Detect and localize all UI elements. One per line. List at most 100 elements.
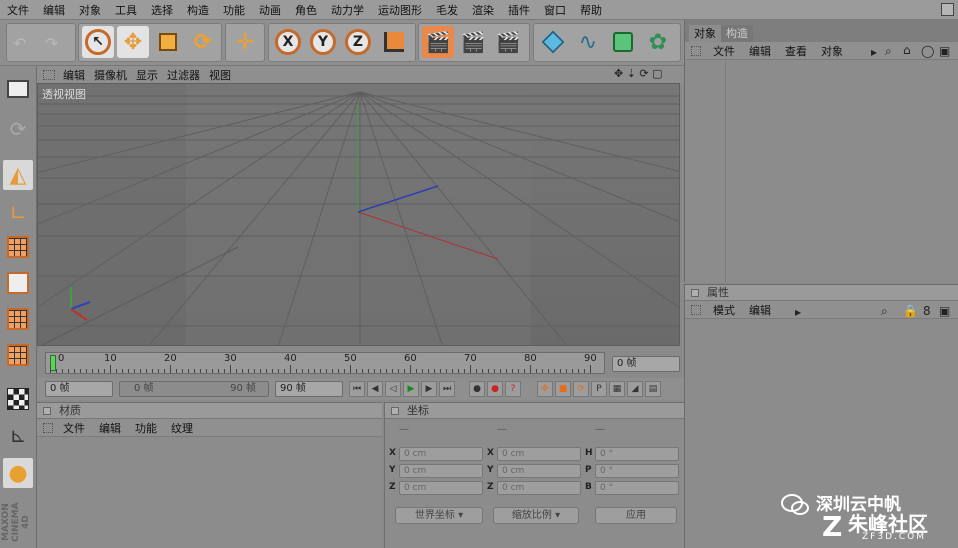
- key-scale-icon[interactable]: ■: [555, 381, 571, 397]
- nurbs-button[interactable]: [607, 26, 639, 58]
- object-menu-0[interactable]: 文件: [713, 43, 749, 59]
- home-icon[interactable]: ⌂: [903, 43, 911, 57]
- menu-6[interactable]: 功能: [216, 2, 252, 18]
- select-tool-button[interactable]: ↖: [82, 26, 114, 58]
- material-menu-3[interactable]: 纹理: [171, 420, 207, 436]
- menu-9[interactable]: 动力学: [324, 2, 371, 18]
- new-window-icon[interactable]: ▣: [939, 304, 950, 318]
- uv-mode-button[interactable]: [3, 340, 33, 370]
- key-point-icon[interactable]: ◢: [627, 381, 643, 397]
- rotate-tool-button[interactable]: ⟳: [187, 26, 219, 58]
- menu-5[interactable]: 构造: [180, 2, 216, 18]
- timeline-ruler[interactable]: 0 10 20 30 40 50 60 70 80 90: [45, 352, 605, 374]
- viewport-menu-1[interactable]: 摄像机: [94, 67, 136, 83]
- scale-dropdown[interactable]: 缩放比例 ▾: [493, 507, 579, 524]
- search-icon[interactable]: ⌕: [885, 44, 892, 59]
- key-rotate-icon[interactable]: ⟳: [573, 381, 589, 397]
- window-restore-icon[interactable]: [941, 3, 954, 16]
- z-axis-button[interactable]: Z: [342, 26, 374, 58]
- menu-14[interactable]: 窗口: [537, 2, 573, 18]
- tab-structure[interactable]: 构造: [721, 25, 753, 42]
- autokey-icon[interactable]: ?: [505, 381, 521, 397]
- coord-field-3[interactable]: 0 cm: [497, 447, 581, 461]
- spline-button[interactable]: ∿: [572, 26, 604, 58]
- points-mode-button[interactable]: [3, 232, 33, 262]
- object-menu-1[interactable]: 编辑: [749, 43, 785, 59]
- menu-3[interactable]: 工具: [108, 2, 144, 18]
- current-frame-field[interactable]: 0 帧: [612, 356, 680, 372]
- live-selection-button[interactable]: ✛: [229, 26, 261, 58]
- render-settings-button[interactable]: 🎬: [492, 26, 524, 58]
- attr-menu-0[interactable]: 模式: [713, 302, 749, 318]
- coord-field-7[interactable]: 0 °: [595, 464, 679, 478]
- material-menu-1[interactable]: 编辑: [99, 420, 135, 436]
- viewport-menu-0[interactable]: 编辑: [63, 67, 94, 83]
- viewport-menu-2[interactable]: 显示: [136, 67, 167, 83]
- scale-tool-button[interactable]: [152, 26, 184, 58]
- menu-12[interactable]: 渲染: [465, 2, 501, 18]
- menu-11[interactable]: 毛发: [429, 2, 465, 18]
- timeline[interactable]: 0 10 20 30 40 50 60 70 80 90 0 帧: [37, 348, 684, 378]
- end-frame-field[interactable]: 90 帧: [275, 381, 343, 397]
- menu-10[interactable]: 运动图形: [371, 2, 429, 18]
- layout-button[interactable]: [3, 74, 33, 104]
- start-frame-field[interactable]: 0 帧: [45, 381, 113, 397]
- coordinate-system-button[interactable]: [378, 26, 410, 58]
- object-menu-2[interactable]: 查看: [785, 43, 821, 59]
- coord-field-5[interactable]: 0 cm: [497, 481, 581, 495]
- viewport-menu-4[interactable]: 视图: [209, 67, 240, 83]
- menu-7[interactable]: 动画: [252, 2, 288, 18]
- material-menu-2[interactable]: 功能: [135, 420, 171, 436]
- menu-4[interactable]: 选择: [144, 2, 180, 18]
- tab-objects[interactable]: 对象: [689, 25, 721, 42]
- coord-field-1[interactable]: 0 cm: [399, 464, 483, 478]
- menu-2[interactable]: 对象: [72, 2, 108, 18]
- undo-icon[interactable]: ↶: [13, 34, 26, 53]
- lock-icon[interactable]: 🔒: [903, 304, 918, 318]
- viewport-menu-3[interactable]: 过滤器: [167, 67, 209, 83]
- render-view-button[interactable]: 🎬: [422, 26, 454, 58]
- link-icon[interactable]: 8: [923, 304, 931, 318]
- menu-8[interactable]: 角色: [288, 2, 324, 18]
- texture-mode-button[interactable]: [3, 384, 33, 414]
- model-mode-button[interactable]: ◭: [3, 160, 33, 190]
- viewport-nav-icons[interactable]: ✥ ⇣ ⟳ ▢: [614, 67, 663, 80]
- scheme-icon[interactable]: ▤: [645, 381, 661, 397]
- attr-menu-1[interactable]: 编辑: [749, 302, 785, 318]
- coord-field-6[interactable]: 0 °: [595, 447, 679, 461]
- menu-0[interactable]: 文件: [0, 2, 36, 18]
- coord-field-0[interactable]: 0 cm: [399, 447, 483, 461]
- record-icon[interactable]: ●: [487, 381, 503, 397]
- menu-more-icon[interactable]: ▸: [795, 305, 801, 319]
- make-editable-button[interactable]: ⟳: [3, 114, 33, 144]
- render-picture-viewer-button[interactable]: 🎬: [457, 26, 489, 58]
- menu-1[interactable]: 编辑: [36, 2, 72, 18]
- coord-field-2[interactable]: 0 cm: [399, 481, 483, 495]
- world-coordinates-dropdown[interactable]: 世界坐标 ▾: [395, 507, 483, 524]
- record-off-icon[interactable]: ●: [469, 381, 485, 397]
- perspective-viewport[interactable]: 透视视图: [37, 83, 680, 346]
- apply-button[interactable]: 应用: [595, 507, 677, 524]
- new-window-icon[interactable]: ▣: [939, 44, 950, 58]
- sculpt-button[interactable]: ●: [3, 458, 33, 488]
- workplane-button[interactable]: ⊾: [3, 420, 33, 450]
- frame-range-slider[interactable]: 0 帧 90 帧: [119, 381, 269, 397]
- key-pla-icon[interactable]: ▦: [609, 381, 625, 397]
- y-axis-button[interactable]: Y: [307, 26, 339, 58]
- search-icon[interactable]: ⌕: [881, 304, 888, 319]
- coord-field-4[interactable]: 0 cm: [497, 464, 581, 478]
- material-menu-0[interactable]: 文件: [63, 420, 99, 436]
- eye-icon[interactable]: ◯: [921, 44, 934, 58]
- coord-field-8[interactable]: 0 °: [595, 481, 679, 495]
- play-icon[interactable]: ▶: [403, 381, 419, 397]
- key-move-icon[interactable]: ✥: [537, 381, 553, 397]
- prev-frame-icon[interactable]: ◁: [385, 381, 401, 397]
- redo-icon[interactable]: ↷: [45, 34, 58, 53]
- menu-15[interactable]: 帮助: [573, 2, 609, 18]
- polygons-mode-button[interactable]: [3, 304, 33, 334]
- x-axis-button[interactable]: X: [272, 26, 304, 58]
- prev-key-icon[interactable]: ◀: [367, 381, 383, 397]
- move-tool-button[interactable]: ✥: [117, 26, 149, 58]
- menu-13[interactable]: 插件: [501, 2, 537, 18]
- object-menu-3[interactable]: 对象: [821, 43, 857, 59]
